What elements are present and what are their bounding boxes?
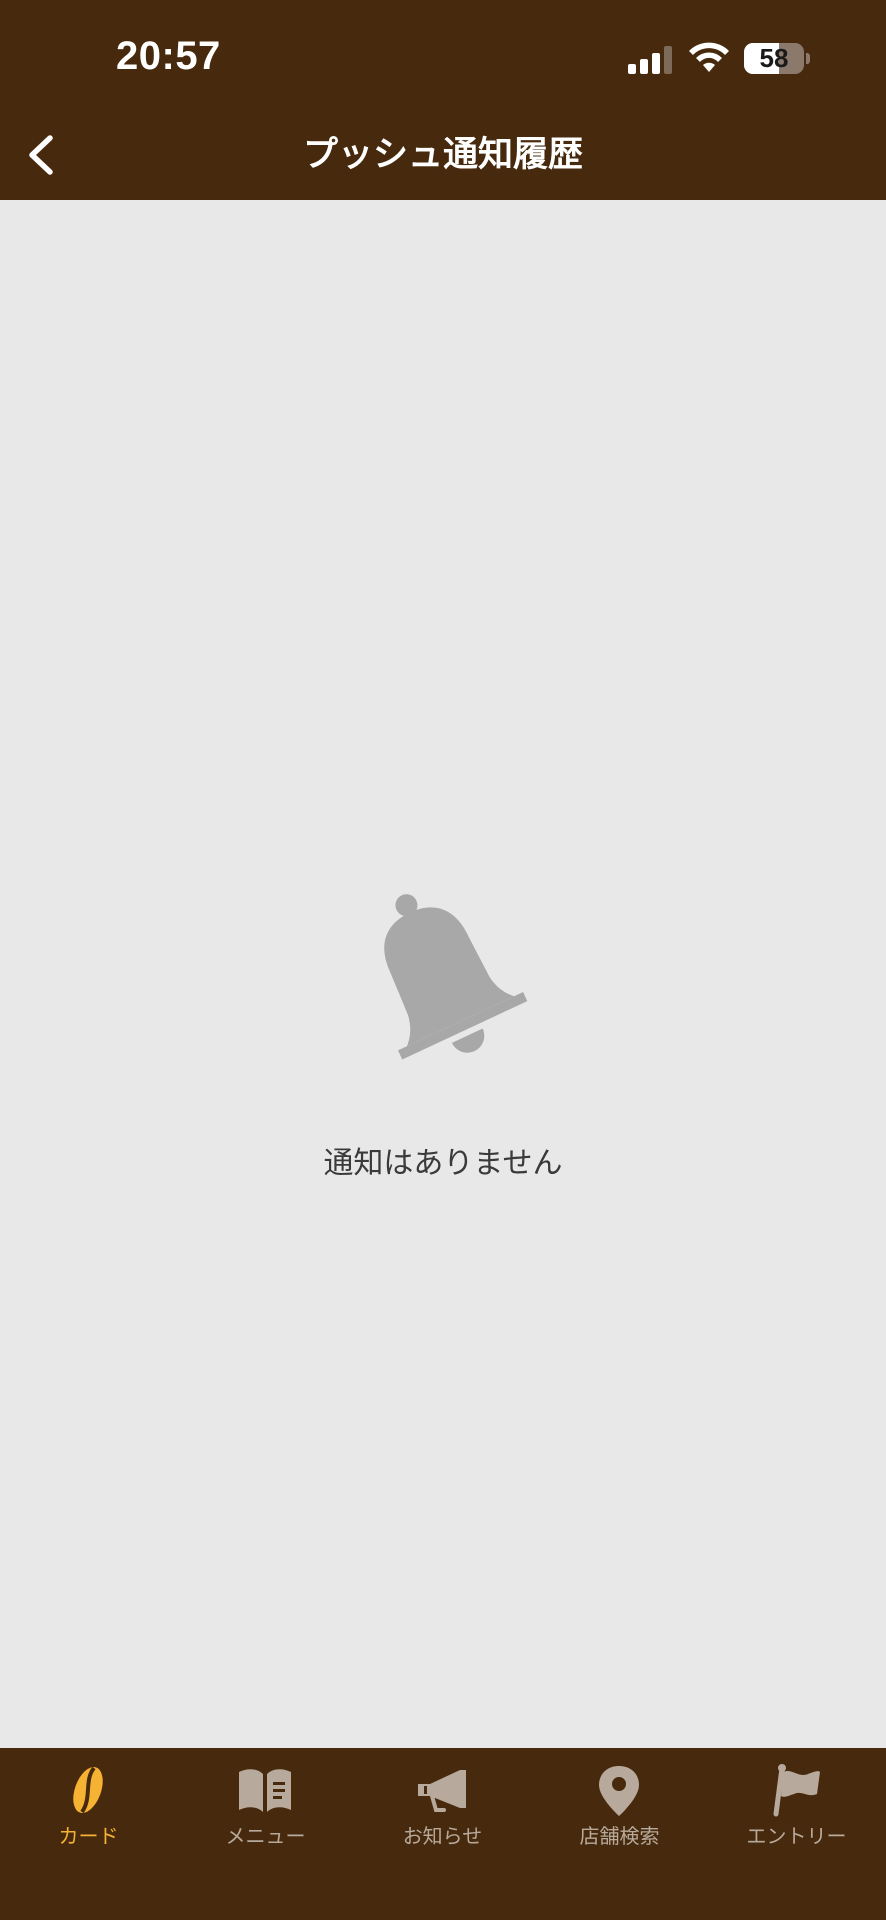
coffee-bean-icon [73, 1766, 103, 1814]
map-pin-icon [599, 1766, 639, 1816]
menu-book-icon [239, 1769, 291, 1812]
battery-percentage: 58 [759, 43, 789, 73]
cellular-signal-icon [628, 46, 672, 74]
tab-menu-label: メニュー [225, 1824, 306, 1848]
bell-off-icon [384, 894, 528, 1060]
battery-icon: 58 [744, 43, 804, 74]
megaphone-icon [418, 1770, 466, 1812]
tab-news[interactable]: お知らせ [354, 1748, 531, 1858]
tab-store-search[interactable]: 店舗検索 [531, 1748, 708, 1858]
tab-entry[interactable]: エントリー [708, 1748, 885, 1858]
status-time: 20:57 [116, 34, 221, 78]
tab-menu[interactable]: メニュー [177, 1748, 354, 1858]
bottom-tab-bar: カード メニュー お知らせ 店舗検索 エントリー [0, 1748, 886, 1920]
flag-icon [773, 1764, 820, 1817]
empty-message: 通知はありません [323, 1146, 563, 1181]
empty-state: 通知はありません [0, 880, 886, 1181]
page-title: プッシュ通知履歴 [302, 135, 583, 175]
tab-news-label: お知らせ [402, 1824, 483, 1848]
tab-card-label: カード [58, 1824, 119, 1848]
tab-card[interactable]: カード [0, 1748, 177, 1858]
wifi-icon [689, 42, 729, 72]
tab-entry-label: エントリー [746, 1824, 847, 1848]
tab-store-search-label: 店舗検索 [579, 1824, 660, 1848]
app-header: 20:57 58 プッシュ通知履歴 [0, 0, 886, 200]
